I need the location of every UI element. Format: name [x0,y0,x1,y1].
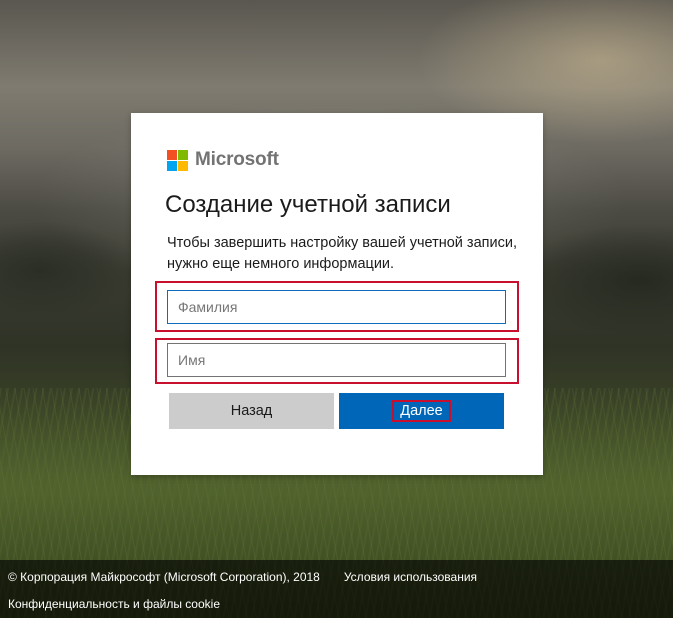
page-title: Создание учетной записи [165,191,451,218]
windows-logo-icon [167,149,188,171]
brand-name: Microsoft [195,149,279,170]
next-button[interactable]: Далее [339,393,504,429]
copyright-text: © Корпорация Майкрософт (Microsoft Corpo… [8,570,320,584]
privacy-link[interactable]: Конфиденциальность и файлы cookie [8,597,220,611]
signup-card: Microsoft Создание учетной записи Чтобы … [131,113,543,475]
surname-input[interactable] [167,290,506,324]
terms-link[interactable]: Условия использования [344,570,477,584]
first-name-input[interactable] [167,343,506,377]
footer: © Корпорация Майкрософт (Microsoft Corpo… [0,560,673,618]
back-button[interactable]: Назад [169,393,334,429]
next-button-label: Далее [392,400,451,422]
microsoft-logo: Microsoft [167,149,279,171]
back-button-label: Назад [230,403,273,419]
page-description: Чтобы завершить настройку вашей учетной … [167,235,517,272]
